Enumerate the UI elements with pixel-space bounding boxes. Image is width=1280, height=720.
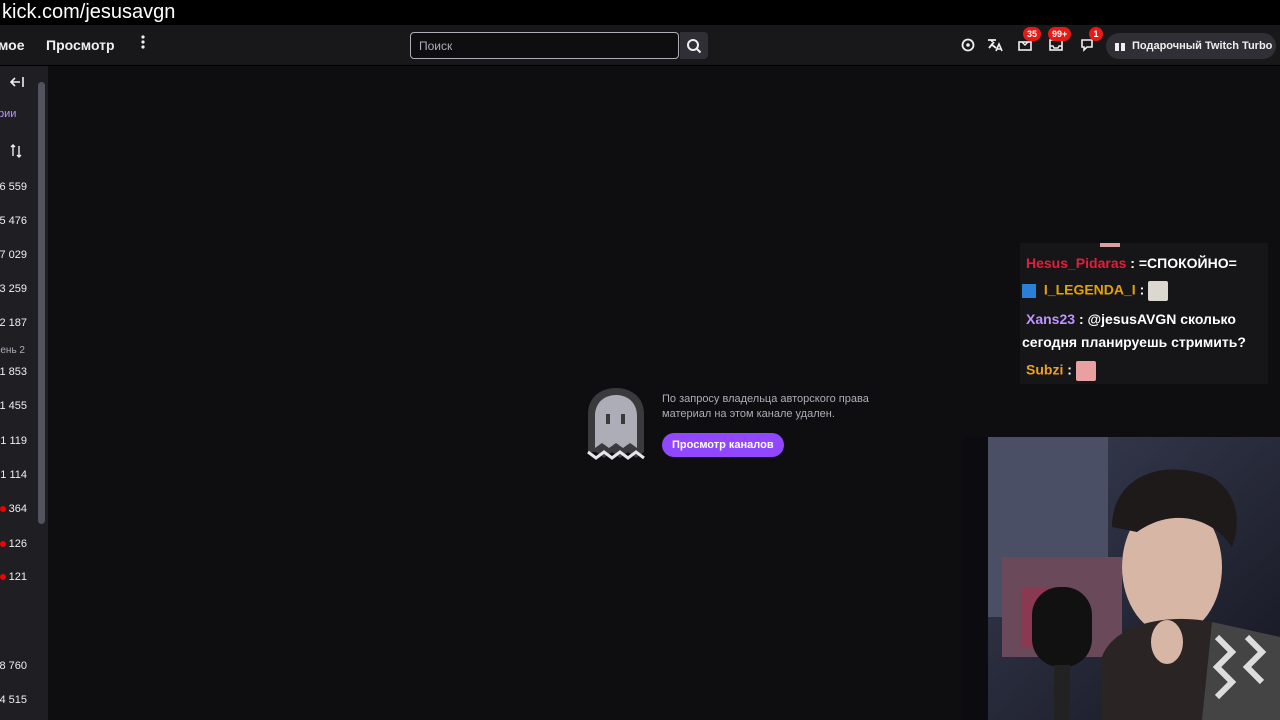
prime-loot-icon[interactable]	[958, 35, 978, 55]
chat-message: Hesus_Pidaras : =СПОКОЙНО=	[1026, 255, 1237, 271]
sidebar-viewer-count: 1 114	[0, 469, 27, 481]
sidebar-viewer-count: 6 559	[0, 181, 27, 193]
live-count-value: 126	[8, 538, 27, 550]
sidebar-viewer-count: 1 853	[0, 366, 27, 378]
chat-overlay: Hesus_Pidaras : =СПОКОЙНО= I_LEGENDA_I :…	[1020, 243, 1268, 384]
chat-text: : =СПОКОЙНО=	[1130, 255, 1237, 271]
sidebar-live-count: 121	[0, 571, 27, 583]
live-indicator-icon	[0, 506, 6, 513]
chat-message: Xans23 : @jesusAVGN сколько	[1026, 311, 1236, 327]
nav-following-link[interactable]: мое	[0, 37, 25, 53]
nav-browse-link[interactable]: Просмотр	[46, 37, 115, 53]
sidebar-viewer-count: 5 476	[0, 215, 27, 227]
top-navigation: мое Просмотр 35 99+ 1 Подароч	[0, 25, 1280, 66]
sidebar-live-count: 364	[0, 503, 27, 515]
cat-emote-icon	[1148, 281, 1169, 301]
sort-icon[interactable]	[10, 144, 24, 160]
dmca-notice-line: материал на этом канале удален.	[662, 408, 835, 420]
live-indicator-icon	[0, 574, 6, 581]
webcam-image	[962, 437, 1280, 720]
sidebar-viewer-count: 2 187	[0, 317, 27, 329]
chat-text: :	[1067, 361, 1072, 378]
chat-text: :	[1139, 281, 1145, 298]
sidebar-section-label: ень 2	[0, 345, 25, 356]
gift-icon	[1115, 43, 1125, 51]
webcam-overlay	[962, 437, 1280, 720]
inbox-badge: 99+	[1048, 27, 1072, 41]
browse-channels-button[interactable]: Просмотр каналов	[662, 433, 784, 457]
chat-message: Subzi :	[1026, 361, 1096, 381]
url-overlay-text: kick.com/jesusavgn	[0, 0, 1280, 25]
collapse-sidebar-icon[interactable]	[9, 76, 26, 90]
sidebar-viewer-count: 1 119	[0, 435, 27, 447]
screen: kick.com/jesusavgn мое Просмотр 35 99+ 1	[0, 0, 1280, 720]
translate-icon[interactable]	[985, 35, 1005, 55]
chat-username: Hesus_Pidaras	[1026, 255, 1127, 271]
sidebar: рии 6 559 5 476 7 029 3 259 2 187 ень 2 …	[0, 66, 48, 720]
inbox-icon[interactable]: 99+	[1046, 27, 1072, 55]
sidebar-viewer-count: 1 455	[0, 400, 27, 412]
live-indicator-icon	[0, 541, 6, 548]
sidebar-viewer-count: 8 760	[0, 660, 27, 672]
gift-turbo-button[interactable]: Подарочный Twitch Turbo	[1106, 33, 1276, 59]
search-button[interactable]	[680, 32, 708, 59]
gift-turbo-label: Подарочный Twitch Turbo	[1132, 40, 1273, 52]
emote-fragment	[1100, 243, 1120, 247]
dmca-notice-line: По запросу владельца авторского права	[662, 393, 869, 405]
more-menu-icon[interactable]	[136, 35, 150, 55]
sidebar-scrollbar[interactable]	[38, 82, 45, 524]
chat-username: Subzi	[1026, 361, 1064, 378]
pink-emote-icon	[1075, 361, 1096, 381]
crown-icon[interactable]: 35	[1015, 27, 1042, 55]
chat-username: Xans23	[1026, 311, 1076, 327]
search-input[interactable]	[410, 32, 679, 59]
sidebar-viewer-count: 3 259	[0, 283, 27, 295]
chat-text: : @jesusAVGN сколько	[1078, 311, 1236, 327]
whispers-icon[interactable]: 1	[1077, 27, 1103, 55]
dmca-notice-text: По запросу владельца авторского права ма…	[662, 392, 912, 422]
sidebar-recommended-label: рии	[0, 108, 17, 120]
sidebar-viewer-count: 4 515	[0, 694, 27, 706]
live-count-value: 121	[8, 571, 27, 583]
sidebar-live-count: 126	[0, 538, 27, 550]
search-icon	[687, 38, 702, 53]
prime-badge-icon	[1022, 284, 1036, 298]
dmca-notice: По запросу владельца авторского права ма…	[584, 386, 904, 466]
live-count-value: 364	[8, 503, 27, 515]
chat-username: I_LEGENDA_I	[1043, 281, 1136, 298]
chat-message-continuation: сегодня планируешь стримить?	[1022, 334, 1246, 350]
whispers-badge: 1	[1089, 27, 1103, 41]
chat-message: I_LEGENDA_I :	[1022, 281, 1169, 301]
prime-badge: 35	[1023, 27, 1042, 41]
ghost-icon	[587, 388, 645, 460]
sidebar-viewer-count: 7 029	[0, 249, 27, 261]
